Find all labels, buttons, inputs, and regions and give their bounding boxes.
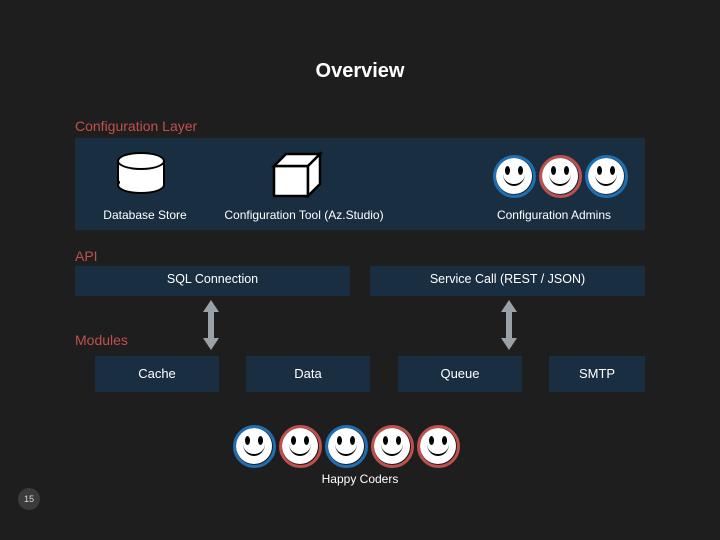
- module-cache-box: Cache: [95, 356, 219, 392]
- section-api-label: API: [75, 248, 98, 264]
- slide-title: Overview: [0, 60, 720, 83]
- api-service-call-label: Service Call (REST / JSON): [370, 272, 645, 286]
- smiley-icon: [542, 158, 578, 194]
- smiley-icon: [588, 158, 624, 194]
- happy-coders-caption: Happy Coders: [0, 472, 720, 486]
- database-icon: [117, 152, 165, 194]
- smiley-icon: [420, 428, 456, 464]
- cube-icon: [266, 150, 324, 198]
- smiley-icon: [282, 428, 318, 464]
- module-queue-box: Queue: [398, 356, 522, 392]
- smiley-icon: [328, 428, 364, 464]
- bidirectional-arrow-icon: [499, 300, 519, 350]
- smiley-icon: [496, 158, 532, 194]
- api-sql-connection-label: SQL Connection: [75, 272, 350, 286]
- config-tool-caption: Configuration Tool (Az.Studio): [204, 208, 404, 222]
- smiley-icon: [236, 428, 272, 464]
- section-config-layer-label: Configuration Layer: [75, 118, 197, 134]
- database-store-caption: Database Store: [85, 208, 205, 222]
- slide-number-badge: 15: [18, 488, 40, 510]
- smiley-icon: [374, 428, 410, 464]
- config-admins-caption: Configuration Admins: [474, 208, 634, 222]
- module-data-box: Data: [246, 356, 370, 392]
- section-modules-label: Modules: [75, 332, 128, 348]
- module-smtp-box: SMTP: [549, 356, 645, 392]
- bidirectional-arrow-icon: [201, 300, 221, 350]
